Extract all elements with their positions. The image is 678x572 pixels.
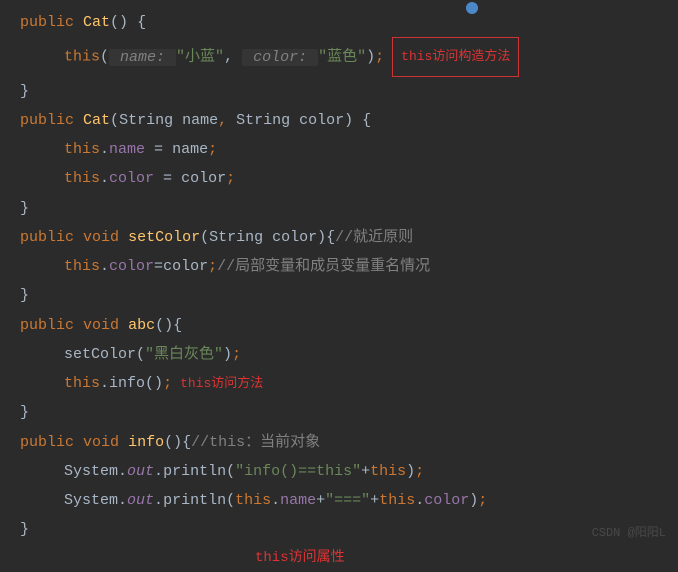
- code-line: }: [0, 77, 678, 106]
- annotation-method-note: this访问方法: [180, 376, 263, 391]
- code-line: this.color=color;//局部变量和成员变量重名情况: [0, 252, 678, 281]
- code-line: public void info(){//this：当前对象: [0, 428, 678, 457]
- code-line: public void abc(){: [0, 311, 678, 340]
- code-line: setColor("黑白灰色");: [0, 340, 678, 369]
- code-line: }: [0, 398, 678, 427]
- code-editor[interactable]: public Cat() { this( name: "小蓝", color: …: [0, 8, 678, 572]
- code-line: public void setColor(String color){//就近原…: [0, 223, 678, 252]
- code-line: public Cat(String name, String color) {: [0, 106, 678, 135]
- watermark: CSDN @阳阳L: [592, 522, 666, 545]
- code-line: }: [0, 281, 678, 310]
- code-line: this.color = color;: [0, 164, 678, 193]
- code-line: this.name = name;: [0, 135, 678, 164]
- code-line: public Cat() {: [0, 8, 678, 37]
- code-line: }: [0, 194, 678, 223]
- code-line: System.out.println(this.name+"==="+this.…: [0, 486, 678, 515]
- code-line: System.out.println("info()==this"+this);: [0, 457, 678, 486]
- annotation-constructor-note: this访问构造方法: [392, 37, 519, 76]
- code-line: this( name: "小蓝", color: "蓝色");this访问构造方…: [0, 37, 678, 76]
- annotation-property-note: this访问属性: [0, 545, 678, 572]
- code-line: }: [0, 515, 678, 544]
- code-line: this.info();this访问方法: [0, 369, 678, 398]
